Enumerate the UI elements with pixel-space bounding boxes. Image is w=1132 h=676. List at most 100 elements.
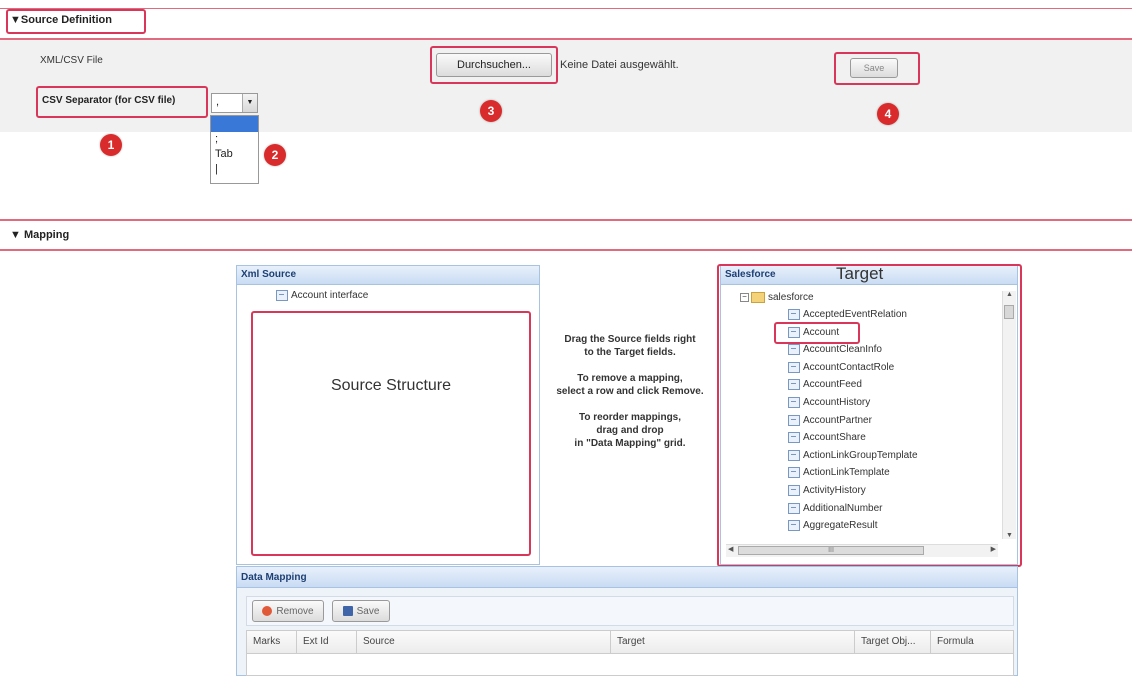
xml-source-header: Xml Source xyxy=(236,265,540,285)
salesforce-vertical-scrollbar[interactable]: ▲ ▼ xyxy=(1002,291,1016,539)
step-marker-3: 3 xyxy=(480,100,502,122)
salesforce-object-accountcleaninfo[interactable]: AccountCleanInfo xyxy=(788,344,882,355)
instruction-line: To remove a mapping, xyxy=(577,373,683,384)
source-definition-header[interactable]: ▼Source Definition xyxy=(10,14,112,26)
salesforce-object-accountpartner[interactable]: AccountPartner xyxy=(788,414,872,426)
account-highlight xyxy=(774,322,860,344)
column-header-ext-id[interactable]: Ext Id xyxy=(297,631,357,653)
separator-select[interactable]: , ▼ xyxy=(211,93,258,113)
node-icon xyxy=(276,290,288,301)
target-annotation: Target xyxy=(836,264,884,283)
salesforce-object-actionlinktemplate[interactable]: ActionLinkTemplate xyxy=(788,467,890,479)
instruction-line: drag and drop xyxy=(596,425,664,436)
scroll-up-icon[interactable]: ▲ xyxy=(1003,291,1016,298)
source-structure-highlight xyxy=(251,311,531,556)
top-rule xyxy=(0,8,1132,9)
instruction-line: to the Target fields. xyxy=(584,347,676,358)
csv-separator-label: CSV Separator (for CSV file) xyxy=(42,95,176,106)
object-icon xyxy=(788,432,800,444)
salesforce-object-label: AccountPartner xyxy=(803,414,872,426)
data-mapping-grid: Marks Ext Id Source Target Target Obj...… xyxy=(246,630,1014,676)
object-icon xyxy=(788,502,800,514)
no-file-text: Keine Datei ausgewählt. xyxy=(560,59,679,71)
column-header-formula[interactable]: Formula xyxy=(931,631,1013,653)
salesforce-object-label: AccountContactRole xyxy=(803,361,895,373)
hscroll-thumb[interactable]: III xyxy=(738,546,924,555)
salesforce-object-acceptedeventrelation[interactable]: AcceptedEventRelation xyxy=(788,309,907,320)
salesforce-object-label: AggregateResult xyxy=(803,520,878,532)
step-marker-4: 4 xyxy=(877,103,899,125)
salesforce-object-label: AdditionalNumber xyxy=(803,502,883,514)
salesforce-object-aggregateresult[interactable]: AggregateResult xyxy=(788,520,878,531)
source-structure-annotation: Source Structure xyxy=(330,377,452,394)
xml-csv-file-label: XML/CSV File xyxy=(40,55,103,66)
object-icon xyxy=(788,379,800,391)
mapping-header[interactable]: ▼ Mapping xyxy=(10,229,69,241)
instruction-line: To reorder mappings, xyxy=(578,412,682,423)
salesforce-object-additionalnumber[interactable]: AdditionalNumber xyxy=(788,502,883,514)
salesforce-object-label: AccountCleanInfo xyxy=(803,344,882,356)
separator-dropdown-list[interactable]: ; Tab | xyxy=(210,115,259,184)
separator-option-semicolon[interactable]: ; xyxy=(211,132,258,146)
source-definition-title: Source Definition xyxy=(20,14,112,26)
data-mapping-header: Data Mapping xyxy=(236,566,1018,588)
column-header-target[interactable]: Target xyxy=(611,631,855,653)
scroll-left-icon[interactable]: ◀ xyxy=(728,545,733,553)
browse-button[interactable]: Durchsuchen... xyxy=(436,53,552,77)
instruction-line: in "Data Mapping" grid. xyxy=(574,438,686,449)
mapping-top-rule xyxy=(0,219,1132,221)
mapping-instructions: Drag the Source fields right to the Targ… xyxy=(530,333,730,450)
object-icon xyxy=(788,414,800,426)
remove-button[interactable]: Remove xyxy=(252,600,324,622)
object-icon xyxy=(788,485,800,496)
object-icon xyxy=(788,520,800,532)
separator-selected-value: , xyxy=(216,96,220,108)
column-header-source[interactable]: Source xyxy=(357,631,611,653)
salesforce-object-label: ActionLinkGroupTemplate xyxy=(803,449,918,461)
mapping-save-button[interactable]: Save xyxy=(332,600,390,622)
salesforce-object-accountshare[interactable]: AccountShare xyxy=(788,432,866,443)
separator-option-highlighted[interactable] xyxy=(211,116,258,132)
salesforce-object-label: AccountFeed xyxy=(803,379,862,391)
scroll-right-icon[interactable]: ▶ xyxy=(991,545,996,553)
object-icon xyxy=(788,397,800,408)
folder-icon xyxy=(751,292,765,303)
remove-label: Remove xyxy=(276,606,314,617)
remove-icon xyxy=(262,606,273,617)
object-icon xyxy=(788,361,800,373)
mapping-title: Mapping xyxy=(23,229,70,241)
salesforce-horizontal-scrollbar[interactable]: ◀ III ▶ xyxy=(726,544,998,557)
grid-header-row: Marks Ext Id Source Target Target Obj...… xyxy=(247,631,1013,654)
object-icon xyxy=(788,309,800,320)
xml-source-root-item[interactable]: Account interface xyxy=(276,290,368,301)
instruction-line: Drag the Source fields right xyxy=(564,334,696,345)
mapping-section-rule xyxy=(0,249,1132,251)
source-save-button[interactable]: Save xyxy=(850,58,898,78)
object-icon xyxy=(788,344,800,356)
object-icon xyxy=(788,449,800,461)
scroll-down-icon[interactable]: ▼ xyxy=(1003,532,1016,539)
scroll-thumb[interactable] xyxy=(1004,305,1014,319)
salesforce-object-label: ActivityHistory xyxy=(803,485,866,497)
salesforce-object-accountfeed[interactable]: AccountFeed xyxy=(788,379,862,391)
salesforce-object-activityhistory[interactable]: ActivityHistory xyxy=(788,485,866,496)
step-marker-2: 2 xyxy=(264,144,286,166)
collapse-triangle-icon: ▼ xyxy=(10,14,21,26)
collapse-triangle-icon: ▼ xyxy=(10,229,21,241)
separator-option-pipe[interactable]: | xyxy=(211,162,258,176)
salesforce-object-label: AcceptedEventRelation xyxy=(803,309,907,321)
separator-option-tab[interactable]: Tab xyxy=(211,146,258,162)
column-header-target-obj[interactable]: Target Obj... xyxy=(855,631,931,653)
salesforce-root-label: salesforce xyxy=(768,292,814,304)
salesforce-object-accountcontactrole[interactable]: AccountContactRole xyxy=(788,361,895,373)
salesforce-object-actionlinkgrouptemplate[interactable]: ActionLinkGroupTemplate xyxy=(788,449,918,461)
salesforce-root-node[interactable]: − salesforce xyxy=(740,292,814,303)
xml-source-root-label: Account interface xyxy=(291,290,369,302)
expand-minus-icon[interactable]: − xyxy=(740,293,749,302)
floppy-disk-icon xyxy=(342,606,353,617)
dropdown-arrow-icon[interactable]: ▼ xyxy=(242,94,257,112)
column-header-marks[interactable]: Marks xyxy=(247,631,297,653)
salesforce-object-label: ActionLinkTemplate xyxy=(803,467,890,479)
step-marker-1: 1 xyxy=(100,134,122,156)
salesforce-object-accounthistory[interactable]: AccountHistory xyxy=(788,397,870,408)
